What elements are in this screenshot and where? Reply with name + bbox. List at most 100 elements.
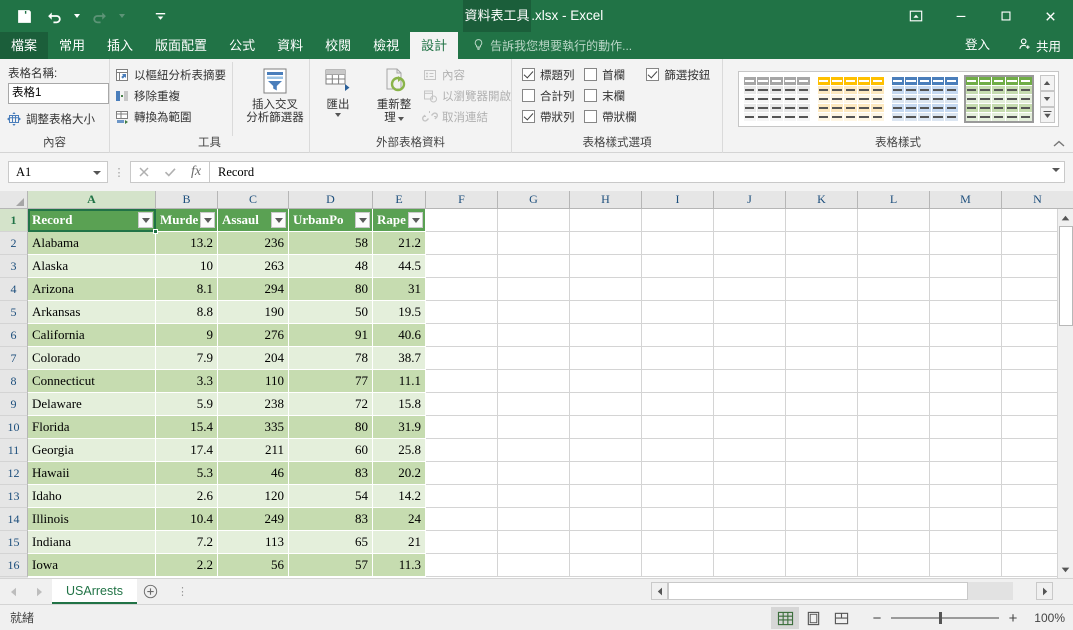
cell-assault-10[interactable]: 335: [218, 416, 289, 439]
empty-cell-J5[interactable]: [714, 301, 786, 324]
column-header-L[interactable]: L: [858, 191, 930, 209]
checkbox-filter-button[interactable]: 篩選按鈕: [646, 64, 722, 85]
column-header-E[interactable]: E: [373, 191, 426, 209]
cell-record-15[interactable]: Indiana: [28, 531, 156, 554]
undo-dropdown-caret[interactable]: [70, 3, 83, 29]
empty-cell-F8[interactable]: [426, 370, 498, 393]
cell-murder-9[interactable]: 5.9: [156, 393, 218, 416]
cell-murder-2[interactable]: 13.2: [156, 232, 218, 255]
cell-assault-12[interactable]: 46: [218, 462, 289, 485]
cell-urbanpop-16[interactable]: 57: [289, 554, 373, 577]
cell-rape-8[interactable]: 11.1: [373, 370, 426, 393]
cell-rape-6[interactable]: 40.6: [373, 324, 426, 347]
checkbox-last-column[interactable]: 末欄: [584, 85, 644, 106]
cell-record-9[interactable]: Delaware: [28, 393, 156, 416]
empty-cell-J15[interactable]: [714, 531, 786, 554]
empty-cell-I12[interactable]: [642, 462, 714, 485]
table-header-assault[interactable]: Assaul: [218, 209, 289, 232]
empty-cell-H13[interactable]: [570, 485, 642, 508]
empty-cell-M11[interactable]: [930, 439, 1002, 462]
empty-cell-M15[interactable]: [930, 531, 1002, 554]
add-sheet-icon[interactable]: [137, 579, 165, 604]
close-icon[interactable]: [1028, 0, 1073, 32]
row-header-16[interactable]: 16: [0, 554, 28, 577]
column-header-C[interactable]: C: [218, 191, 289, 209]
cell-murder-6[interactable]: 9: [156, 324, 218, 347]
empty-cell-J4[interactable]: [714, 278, 786, 301]
tab-data[interactable]: 資料: [266, 32, 314, 59]
share-button[interactable]: 共用: [1012, 32, 1067, 59]
table-header-record[interactable]: Record: [28, 209, 156, 232]
column-header-H[interactable]: H: [570, 191, 642, 209]
row-header-15[interactable]: 15: [0, 531, 28, 554]
vertical-scroll-thumb[interactable]: [1059, 226, 1073, 326]
checkbox-banded-rows[interactable]: 帶狀列: [522, 106, 582, 127]
cell-urbanpop-13[interactable]: 54: [289, 485, 373, 508]
empty-cell-I3[interactable]: [642, 255, 714, 278]
empty-cell-M7[interactable]: [930, 347, 1002, 370]
sheet-tab-splitter[interactable]: ⋮: [177, 587, 188, 597]
filter-dropdown-rape[interactable]: [408, 212, 423, 228]
cell-murder-3[interactable]: 10: [156, 255, 218, 278]
scroll-down-button[interactable]: [1058, 561, 1073, 578]
empty-cell-K16[interactable]: [786, 554, 858, 577]
empty-cell-G4[interactable]: [498, 278, 570, 301]
empty-cell-J2[interactable]: [714, 232, 786, 255]
cell-rape-4[interactable]: 31: [373, 278, 426, 301]
empty-cell-J3[interactable]: [714, 255, 786, 278]
cell-murder-4[interactable]: 8.1: [156, 278, 218, 301]
empty-cell-F7[interactable]: [426, 347, 498, 370]
empty-cell-L15[interactable]: [858, 531, 930, 554]
empty-cell-M3[interactable]: [930, 255, 1002, 278]
cell-rape-15[interactable]: 21: [373, 531, 426, 554]
cell-urbanpop-7[interactable]: 78: [289, 347, 373, 370]
empty-cell-H1[interactable]: [570, 209, 642, 232]
empty-cell-L9[interactable]: [858, 393, 930, 416]
cell-urbanpop-6[interactable]: 91: [289, 324, 373, 347]
empty-cell-F5[interactable]: [426, 301, 498, 324]
empty-cell-H6[interactable]: [570, 324, 642, 347]
empty-cell-I4[interactable]: [642, 278, 714, 301]
cell-rape-5[interactable]: 19.5: [373, 301, 426, 324]
tab-file[interactable]: 檔案: [0, 32, 48, 59]
empty-cell-H2[interactable]: [570, 232, 642, 255]
row-header-4[interactable]: 4: [0, 278, 28, 301]
table-styles-gallery[interactable]: [738, 71, 1059, 127]
cell-urbanpop-4[interactable]: 80: [289, 278, 373, 301]
empty-cell-H9[interactable]: [570, 393, 642, 416]
tab-review[interactable]: 校閱: [314, 32, 362, 59]
cell-urbanpop-10[interactable]: 80: [289, 416, 373, 439]
empty-cell-G12[interactable]: [498, 462, 570, 485]
empty-cell-L16[interactable]: [858, 554, 930, 577]
cell-rape-16[interactable]: 11.3: [373, 554, 426, 577]
empty-cell-H15[interactable]: [570, 531, 642, 554]
cell-urbanpop-8[interactable]: 77: [289, 370, 373, 393]
resize-table-button[interactable]: 調整表格大小: [0, 108, 109, 129]
empty-cell-M2[interactable]: [930, 232, 1002, 255]
empty-cell-J16[interactable]: [714, 554, 786, 577]
empty-cell-L11[interactable]: [858, 439, 930, 462]
checkbox-first-column[interactable]: 首欄: [584, 64, 644, 85]
empty-cell-M14[interactable]: [930, 508, 1002, 531]
cell-assault-4[interactable]: 294: [218, 278, 289, 301]
cell-murder-5[interactable]: 8.8: [156, 301, 218, 324]
empty-cell-G15[interactable]: [498, 531, 570, 554]
cell-urbanpop-3[interactable]: 48: [289, 255, 373, 278]
cell-record-2[interactable]: Alabama: [28, 232, 156, 255]
column-header-G[interactable]: G: [498, 191, 570, 209]
previous-sheet-icon[interactable]: [4, 582, 22, 602]
cell-record-4[interactable]: Arizona: [28, 278, 156, 301]
cell-assault-9[interactable]: 238: [218, 393, 289, 416]
empty-cell-F12[interactable]: [426, 462, 498, 485]
empty-cell-L4[interactable]: [858, 278, 930, 301]
empty-cell-G14[interactable]: [498, 508, 570, 531]
empty-cell-K2[interactable]: [786, 232, 858, 255]
empty-cell-K12[interactable]: [786, 462, 858, 485]
cell-murder-12[interactable]: 5.3: [156, 462, 218, 485]
cell-assault-13[interactable]: 120: [218, 485, 289, 508]
cell-assault-3[interactable]: 263: [218, 255, 289, 278]
column-header-K[interactable]: K: [786, 191, 858, 209]
sheet-tab-usarrests[interactable]: USArrests: [52, 579, 137, 604]
vertical-scrollbar[interactable]: [1057, 209, 1073, 578]
gallery-scroll-up-button[interactable]: [1040, 75, 1055, 91]
